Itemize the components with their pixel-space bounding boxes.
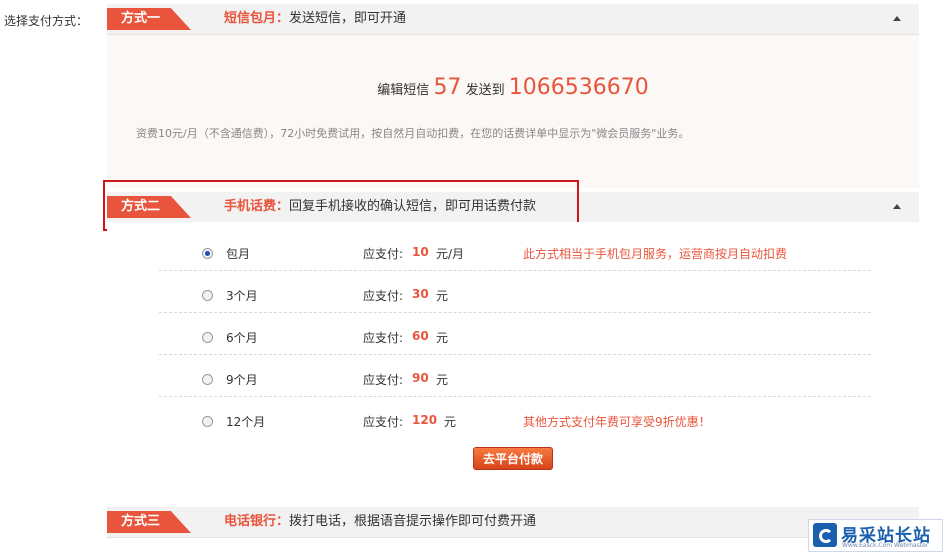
option-row[interactable]: 12个月 应支付: 120 元 其他方式支付年费可享受9折优惠！ <box>159 396 871 438</box>
option-row[interactable]: 6个月 应支付: 60 元 <box>159 312 871 355</box>
pay-label: 应支付: <box>363 415 404 429</box>
option-unit: 元 <box>436 373 449 387</box>
pay-label: 应支付: <box>363 373 404 387</box>
method-1-title-highlight: 短信包月： <box>224 11 290 26</box>
pay-label: 应支付: <box>363 289 404 303</box>
pay-label: 应支付: <box>363 331 404 345</box>
collapse-arrow-icon[interactable] <box>893 204 901 209</box>
option-label: 12个月 <box>226 415 266 429</box>
pay-label: 应支付: <box>363 247 404 261</box>
radio-button[interactable] <box>202 416 213 427</box>
option-label: 3个月 <box>226 289 258 303</box>
method-3-title-highlight: 电话银行： <box>224 514 290 529</box>
method-1-header[interactable]: 方式一 短信包月：发送短信，即可开通 <box>107 4 919 35</box>
method-1-title: 短信包月：发送短信，即可开通 <box>224 4 406 34</box>
sms-instruction: 编辑短信 57 发送到 1066536670 <box>107 75 919 100</box>
option-row[interactable]: 包月 应支付: 10 元/月 此方式相当于手机包月服务，运营商按月自动扣费 <box>159 228 871 271</box>
method-1-title-text: 发送短信，即可开通 <box>289 11 407 26</box>
method-3-badge: 方式三 <box>107 511 191 533</box>
option-price: 120 <box>412 413 438 427</box>
radio-selected-dot <box>205 251 210 256</box>
option-row[interactable]: 3个月 应支付: 30 元 <box>159 270 871 313</box>
option-label: 9个月 <box>226 373 258 387</box>
radio-button[interactable] <box>202 374 213 385</box>
payment-method-label: 选择支付方式： <box>4 14 89 28</box>
method-3-title: 电话银行：拨打电话，根据语音提示操作即可付费开通 <box>224 507 536 537</box>
sms-keyword: 57 <box>433 75 462 100</box>
option-label: 6个月 <box>226 331 258 345</box>
sms-middle: 发送到 <box>465 83 505 98</box>
option-price: 60 <box>412 329 429 343</box>
option-price: 90 <box>412 371 429 385</box>
method-1-badge: 方式一 <box>107 8 191 30</box>
sms-number: 1066536670 <box>508 75 649 100</box>
radio-button[interactable] <box>202 332 213 343</box>
method-3-header[interactable]: 方式三 电话银行：拨打电话，根据语音提示操作即可付费开通 <box>107 507 919 538</box>
option-unit: 元 <box>436 289 449 303</box>
option-label: 包月 <box>226 247 251 261</box>
go-to-platform-pay-button[interactable]: 去平台付款 <box>473 447 553 470</box>
sms-prefix: 编辑短信 <box>377 83 430 98</box>
method-3-title-text: 拨打电话，根据语音提示操作即可付费开通 <box>289 514 537 529</box>
watermark-subtext: Www.Easck.Com Webmaster <box>842 542 929 549</box>
option-unit: 元 <box>444 415 457 429</box>
radio-button[interactable] <box>202 248 213 259</box>
option-row[interactable]: 9个月 应支付: 90 元 <box>159 354 871 397</box>
radio-button[interactable] <box>202 290 213 301</box>
option-price: 30 <box>412 287 429 301</box>
fee-note: 资费10元/月（不含通信费），72小时免费试用，按自然月自动扣费，在您的话费详单… <box>136 127 690 140</box>
option-note: 其他方式支付年费可享受9折优惠！ <box>523 415 711 429</box>
option-note: 此方式相当于手机包月服务，运营商按月自动扣费 <box>523 247 788 261</box>
watermark: 易采站长站 Www.Easck.Com Webmaster <box>808 519 943 552</box>
option-price: 10 <box>412 245 429 259</box>
easck-logo-icon <box>813 523 837 547</box>
option-unit: 元 <box>436 331 449 345</box>
option-unit: 元/月 <box>436 247 465 261</box>
collapse-arrow-icon[interactable] <box>893 16 901 21</box>
method-1-panel: 编辑短信 57 发送到 1066536670 资费10元/月（不含通信费），72… <box>107 35 919 188</box>
